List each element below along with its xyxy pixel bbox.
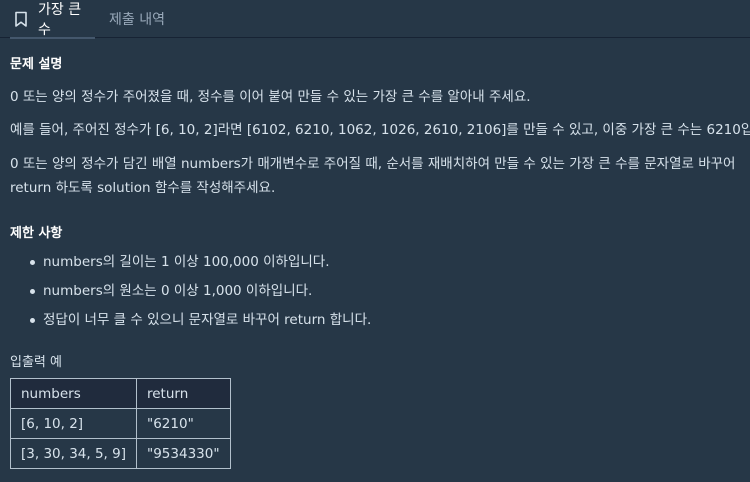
list-item: numbers의 길이는 1 이상 100,000 이하입니다. xyxy=(10,250,330,274)
tab-submissions[interactable]: 제출 내역 xyxy=(109,0,165,38)
constraint-text: numbers의 원소는 0 이상 1,000 이하입니다. xyxy=(43,283,313,299)
constraints-heading: 제한 사항 xyxy=(10,226,63,241)
list-item: 정답이 너무 클 수 있으니 문자열로 바꾸어 return 합니다. xyxy=(10,308,371,332)
description-paragraph-1: 0 또는 양의 정수가 주어졌을 때, 정수를 이어 붙여 만들 수 있는 가장… xyxy=(10,89,531,105)
bullet-dot xyxy=(30,318,35,323)
constraint-text: numbers의 길이는 1 이상 100,000 이하입니다. xyxy=(43,254,330,270)
bullet-dot xyxy=(30,260,35,265)
table-cell: "6210" xyxy=(136,408,231,439)
examples-heading: 입출력 예 xyxy=(10,355,62,370)
description-paragraph-2: 예를 들어, 주어진 정수가 [6, 10, 2]라면 [6102, 6210,… xyxy=(10,122,750,138)
bullet-dot xyxy=(30,289,35,294)
description-heading: 문제 설명 xyxy=(10,57,63,72)
tab-problem[interactable]: 가장 큰 수 xyxy=(10,0,95,39)
tab-problem-label: 가장 큰 수 xyxy=(38,2,82,38)
tab-bar: 가장 큰 수 제출 내역 xyxy=(0,0,750,39)
constraint-text: 정답이 너무 클 수 있으니 문자열로 바꾸어 return 합니다. xyxy=(43,312,372,328)
table-row: [3, 30, 34, 5, 9] "9534330" xyxy=(10,438,231,469)
examples-table: numbers return [6, 10, 2] "6210" [3, 30,… xyxy=(10,378,231,469)
tab-submissions-label: 제출 내역 xyxy=(109,12,165,28)
bookmark-icon[interactable] xyxy=(12,10,30,28)
table-cell: "9534330" xyxy=(136,438,231,469)
table-header-row: numbers return xyxy=(10,378,231,409)
table-row: [6, 10, 2] "6210" xyxy=(10,408,231,439)
list-item: numbers의 원소는 0 이상 1,000 이하입니다. xyxy=(10,279,312,303)
description-paragraph-3: 0 또는 양의 정수가 담긴 배열 numbers가 매개변수로 주어질 때, … xyxy=(10,156,736,196)
table-cell: [3, 30, 34, 5, 9] xyxy=(10,438,137,469)
column-header-return: return xyxy=(136,378,231,409)
column-header-numbers: numbers xyxy=(10,378,137,409)
table-cell: [6, 10, 2] xyxy=(10,408,137,439)
